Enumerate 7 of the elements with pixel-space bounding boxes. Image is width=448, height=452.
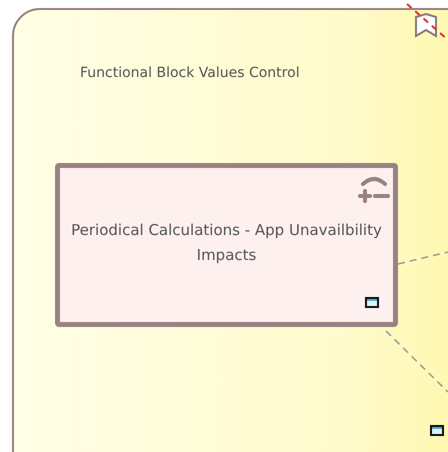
window-icon	[430, 425, 444, 436]
window-icon	[365, 297, 379, 308]
connector-line	[385, 330, 448, 393]
container-title: Functional Block Values Control	[80, 65, 300, 81]
functional-block[interactable]: Periodical Calculations - App Unavailbility Impacts	[55, 163, 398, 327]
connector-line	[398, 251, 448, 265]
block-title: Periodical Calculations - App Unavailbility Impacts	[70, 220, 383, 266]
